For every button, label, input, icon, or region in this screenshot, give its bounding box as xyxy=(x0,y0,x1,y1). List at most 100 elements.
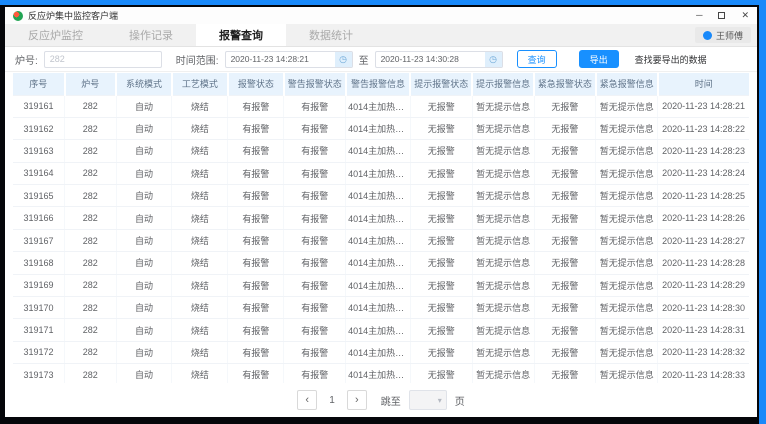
tab-reactor-monitor[interactable]: 反应炉监控 xyxy=(5,24,106,46)
table-row[interactable]: 319173282自动烧结有报警有报警4014主加热电源报警;无报警暂无提示信息… xyxy=(13,364,749,383)
table-cell: 4014主加热电源报警; xyxy=(346,117,411,139)
page-select-dropdown[interactable]: ▾ xyxy=(409,390,447,410)
table-cell: 自动 xyxy=(116,229,172,251)
table-cell: 无报警 xyxy=(410,274,472,296)
table-cell: 有报警 xyxy=(284,185,346,207)
table-cell: 暂无提示信息 xyxy=(472,319,534,341)
furnace-no-input[interactable] xyxy=(44,51,162,68)
table-cell: 有报警 xyxy=(228,252,284,274)
table-cell: 有报警 xyxy=(228,95,284,117)
table-cell: 无报警 xyxy=(534,162,596,184)
table-cell: 有报警 xyxy=(284,341,346,363)
column-header: 警告报警信息 xyxy=(346,73,411,95)
desktop-blue-strip-right xyxy=(759,0,766,424)
pagination: ‹ 1 › 跳至 ▾ 页 xyxy=(5,383,757,417)
table-cell: 282 xyxy=(65,185,117,207)
column-header: 炉号 xyxy=(65,73,117,95)
table-row[interactable]: 319167282自动烧结有报警有报警4014主加热电源报警;无报警暂无提示信息… xyxy=(13,229,749,251)
table-row[interactable]: 319172282自动烧结有报警有报警4014主加热电源报警;无报警暂无提示信息… xyxy=(13,341,749,363)
current-page-number[interactable]: 1 xyxy=(325,395,339,406)
table-cell: 2020-11-23 14:28:33 xyxy=(658,364,749,383)
time-range-label: 时间范围: xyxy=(176,52,219,67)
minimize-icon[interactable]: ─ xyxy=(696,11,702,20)
table-cell: 有报警 xyxy=(284,252,346,274)
next-page-button[interactable]: › xyxy=(347,390,367,410)
table-cell: 4014主加热电源报警; xyxy=(346,341,411,363)
to-label: 至 xyxy=(359,52,369,67)
table-cell: 暂无提示信息 xyxy=(472,341,534,363)
table-row[interactable]: 319166282自动烧结有报警有报警4014主加热电源报警;无报警暂无提示信息… xyxy=(13,207,749,229)
table-cell: 暂无提示信息 xyxy=(596,274,658,296)
table-cell: 282 xyxy=(65,140,117,162)
table-cell: 2020-11-23 14:28:28 xyxy=(658,252,749,274)
table-cell: 282 xyxy=(65,341,117,363)
table-row[interactable]: 319162282自动烧结有报警有报警4014主加热电源报警;无报警暂无提示信息… xyxy=(13,117,749,139)
table-cell: 4014主加热电源报警; xyxy=(346,297,411,319)
user-badge[interactable]: 王师傅 xyxy=(695,27,751,43)
end-time-picker[interactable]: 2020-11-23 14:30:28 ◷ xyxy=(375,51,503,68)
table-row[interactable]: 319169282自动烧结有报警有报警4014主加热电源报警;无报警暂无提示信息… xyxy=(13,274,749,296)
table-cell: 319169 xyxy=(13,274,65,296)
table-row[interactable]: 319168282自动烧结有报警有报警4014主加热电源报警;无报警暂无提示信息… xyxy=(13,252,749,274)
table-row[interactable]: 319161282自动烧结有报警有报警4014主加热电源报警;无报警暂无提示信息… xyxy=(13,95,749,117)
table-cell: 有报警 xyxy=(228,341,284,363)
table-cell: 319167 xyxy=(13,229,65,251)
table-cell: 无报警 xyxy=(534,140,596,162)
table-cell: 有报警 xyxy=(228,117,284,139)
table-cell: 282 xyxy=(65,297,117,319)
table-row[interactable]: 319165282自动烧结有报警有报警4014主加热电源报警;无报警暂无提示信息… xyxy=(13,185,749,207)
table-cell: 暂无提示信息 xyxy=(472,140,534,162)
table-cell: 暂无提示信息 xyxy=(596,319,658,341)
table-cell: 319171 xyxy=(13,319,65,341)
tab-alarm-query[interactable]: 报警查询 xyxy=(196,24,286,46)
table-cell: 烧结 xyxy=(172,229,228,251)
table-row[interactable]: 319164282自动烧结有报警有报警4014主加热电源报警;无报警暂无提示信息… xyxy=(13,162,749,184)
table-cell: 烧结 xyxy=(172,117,228,139)
export-button[interactable]: 导出 xyxy=(579,50,619,68)
jump-to-label: 跳至 xyxy=(381,393,401,408)
table-cell: 烧结 xyxy=(172,140,228,162)
table-cell: 有报警 xyxy=(228,274,284,296)
table-cell: 暂无提示信息 xyxy=(596,117,658,139)
table-cell: 4014主加热电源报警; xyxy=(346,319,411,341)
column-header: 提示报警状态 xyxy=(410,73,472,95)
table-cell: 2020-11-23 14:28:26 xyxy=(658,207,749,229)
column-header: 序号 xyxy=(13,73,65,95)
table-cell: 自动 xyxy=(116,252,172,274)
table-cell: 无报警 xyxy=(410,364,472,383)
start-time-value: 2020-11-23 14:28:21 xyxy=(226,54,335,64)
maximize-icon[interactable] xyxy=(718,12,725,19)
tab-data-statistics[interactable]: 数据统计 xyxy=(286,24,376,46)
clock-icon: ◷ xyxy=(485,52,502,67)
table-cell: 2020-11-23 14:28:21 xyxy=(658,95,749,117)
table-cell: 无报警 xyxy=(410,185,472,207)
table-cell: 有报警 xyxy=(228,364,284,383)
table-cell: 无报警 xyxy=(534,297,596,319)
table-cell: 烧结 xyxy=(172,162,228,184)
start-time-picker[interactable]: 2020-11-23 14:28:21 ◷ xyxy=(225,51,353,68)
table-cell: 暂无提示信息 xyxy=(472,297,534,319)
table-cell: 烧结 xyxy=(172,319,228,341)
tab-operation-records[interactable]: 操作记录 xyxy=(106,24,196,46)
table-cell: 319161 xyxy=(13,95,65,117)
table-cell: 4014主加热电源报警; xyxy=(346,185,411,207)
table-cell: 319173 xyxy=(13,364,65,383)
prev-page-button[interactable]: ‹ xyxy=(297,390,317,410)
query-button[interactable]: 查询 xyxy=(517,50,557,68)
table-row[interactable]: 319171282自动烧结有报警有报警4014主加热电源报警;无报警暂无提示信息… xyxy=(13,319,749,341)
table-cell: 4014主加热电源报警; xyxy=(346,364,411,383)
chevron-down-icon: ▾ xyxy=(438,396,442,405)
table-row[interactable]: 319163282自动烧结有报警有报警4014主加热电源报警;无报警暂无提示信息… xyxy=(13,140,749,162)
table-cell: 无报警 xyxy=(534,319,596,341)
table-cell: 暂无提示信息 xyxy=(596,252,658,274)
close-icon[interactable]: ✕ xyxy=(741,11,749,20)
table-cell: 无报警 xyxy=(534,274,596,296)
table-cell: 282 xyxy=(65,319,117,341)
desktop-background: 反应炉集中监控客户端 ─ ✕ 反应炉监控 操作记录 报警查询 数据统计 王师傅 … xyxy=(0,0,766,424)
table-cell: 319170 xyxy=(13,297,65,319)
table-cell: 无报警 xyxy=(410,229,472,251)
column-header: 系统模式 xyxy=(116,73,172,95)
table-row[interactable]: 319170282自动烧结有报警有报警4014主加热电源报警;无报警暂无提示信息… xyxy=(13,297,749,319)
table-cell: 暂无提示信息 xyxy=(472,117,534,139)
alarm-table: 序号炉号系统模式工艺模式报警状态警告报警状态警告报警信息提示报警状态提示报警信息… xyxy=(13,73,749,383)
